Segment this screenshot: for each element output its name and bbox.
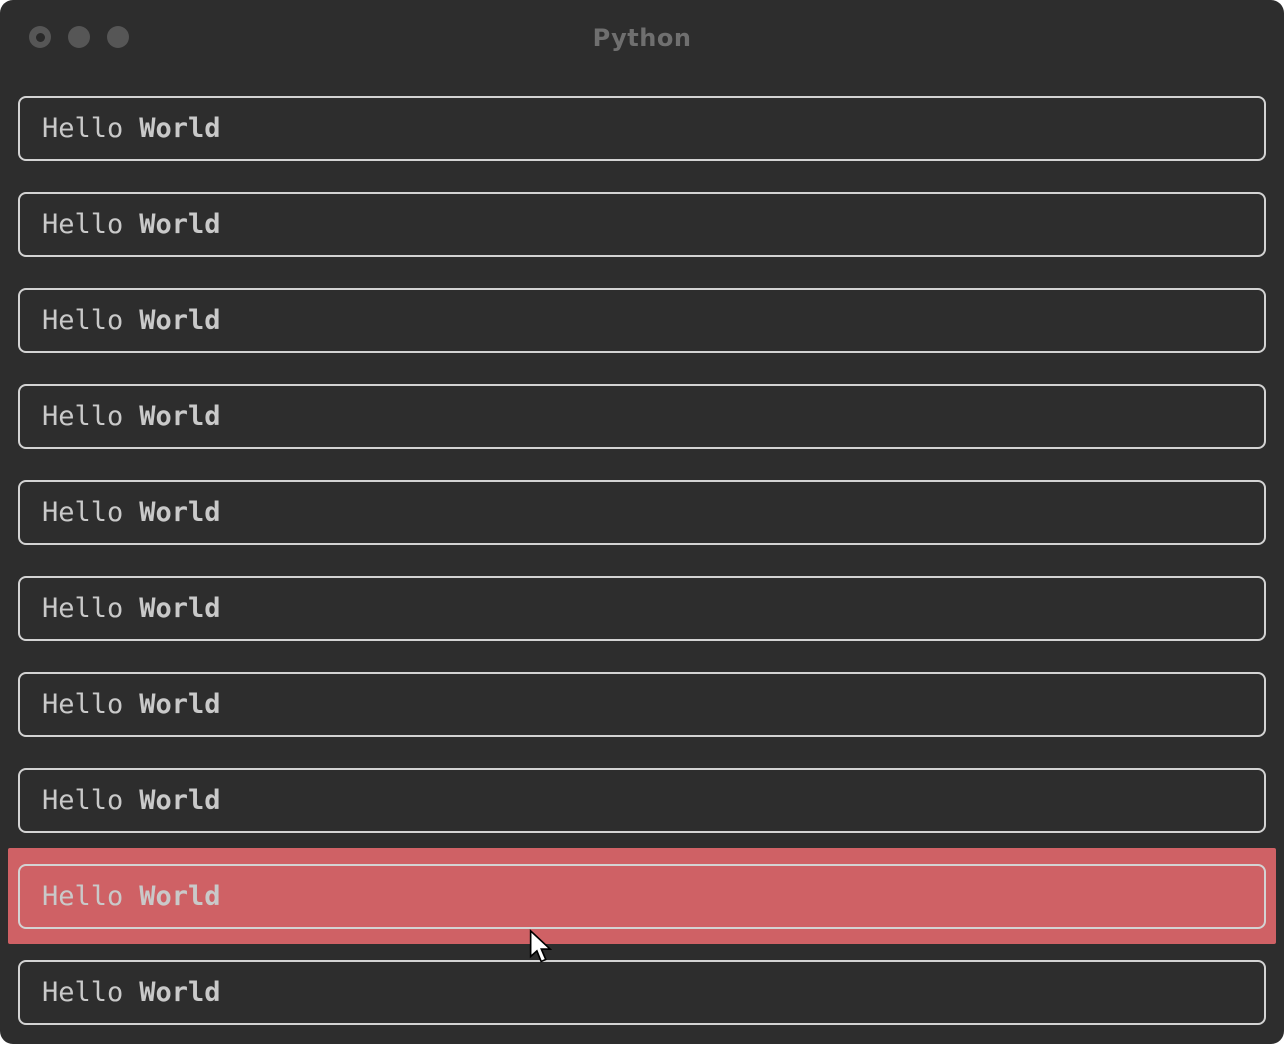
hello-text: Hello	[42, 977, 123, 1008]
world-text: World	[139, 209, 220, 240]
hello-world-box[interactable]: Hello World	[18, 768, 1266, 833]
hello-world-box[interactable]: Hello World	[18, 96, 1266, 161]
hello-world-row[interactable]: Hello World	[8, 272, 1276, 368]
hello-world-row[interactable]: Hello World	[8, 80, 1276, 176]
hello-world-row[interactable]: Hello World	[8, 752, 1276, 848]
hello-world-box[interactable]: Hello World	[18, 864, 1266, 929]
hello-world-box[interactable]: Hello World	[18, 192, 1266, 257]
hello-world-row[interactable]: Hello World	[8, 944, 1276, 1040]
hello-world-box[interactable]: Hello World	[18, 384, 1266, 449]
world-text: World	[139, 113, 220, 144]
hello-world-row[interactable]: Hello World	[8, 368, 1276, 464]
hello-world-row[interactable]: Hello World	[8, 176, 1276, 272]
hello-text: Hello	[42, 113, 123, 144]
world-text: World	[139, 401, 220, 432]
row-list: Hello World Hello World Hello World Hello Wo…	[0, 80, 1284, 1040]
titlebar: Python	[0, 0, 1284, 80]
window-title: Python	[0, 24, 1284, 52]
hello-text: Hello	[42, 209, 123, 240]
hello-text: Hello	[42, 689, 123, 720]
hello-world-box[interactable]: Hello World	[18, 480, 1266, 545]
hello-text: Hello	[42, 305, 123, 336]
hello-text: Hello	[42, 881, 123, 912]
world-text: World	[139, 785, 220, 816]
hello-world-row[interactable]: Hello World	[8, 464, 1276, 560]
hello-world-row[interactable]: Hello World	[8, 848, 1276, 944]
world-text: World	[139, 977, 220, 1008]
world-text: World	[139, 305, 220, 336]
hello-world-row[interactable]: Hello World	[8, 560, 1276, 656]
hello-text: Hello	[42, 593, 123, 624]
world-text: World	[139, 497, 220, 528]
world-text: World	[139, 593, 220, 624]
python-window: Python Hello World Hello World Hello World …	[0, 0, 1284, 1044]
hello-text: Hello	[42, 785, 123, 816]
hello-world-box[interactable]: Hello World	[18, 288, 1266, 353]
world-text: World	[139, 689, 220, 720]
hello-text: Hello	[42, 401, 123, 432]
hello-world-box[interactable]: Hello World	[18, 576, 1266, 641]
hello-world-box[interactable]: Hello World	[18, 672, 1266, 737]
hello-world-row[interactable]: Hello World	[8, 656, 1276, 752]
hello-world-box[interactable]: Hello World	[18, 960, 1266, 1025]
hello-text: Hello	[42, 497, 123, 528]
world-text: World	[139, 881, 220, 912]
